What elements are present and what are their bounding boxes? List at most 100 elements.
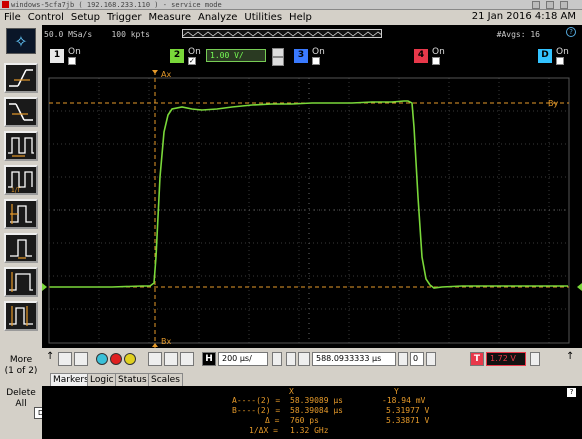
menu-trigger[interactable]: Trigger <box>104 12 145 23</box>
datetime: 21 Jan 2016 4:18 AM <box>471 11 576 22</box>
horizontal-position-field[interactable]: 588.0933333 µs <box>312 352 396 366</box>
result-y: -18.94 mV <box>382 396 426 405</box>
maximize-button[interactable] <box>546 1 554 9</box>
channel-2-checkbox[interactable]: ✓ <box>188 57 196 65</box>
minimize-button[interactable] <box>532 1 540 9</box>
fall-time-icon <box>9 103 33 121</box>
channel-3-checkbox[interactable] <box>312 57 320 65</box>
negative-width-button[interactable] <box>4 233 38 263</box>
markers-results: X Y ? A----(2) = 58.39089 µs -18.94 mV B… <box>42 386 582 439</box>
timebase-toolbar: ↑ H 200 µs/ 588.0933333 µs 0 T 1.72 V ↑ <box>42 348 582 371</box>
fall-time-button[interactable] <box>4 97 38 127</box>
vertical-spin-up[interactable] <box>58 352 72 366</box>
frequency-button[interactable]: 1/T <box>4 165 38 195</box>
results-row: B----(2) = 58.39084 µs 5.31977 V <box>42 406 582 415</box>
scope-logo-icon[interactable]: ✧ <box>6 28 36 54</box>
frequency-icon: 1/T <box>8 171 33 194</box>
menu-setup[interactable]: Setup <box>68 12 103 23</box>
channel-4-checkbox[interactable] <box>432 57 440 65</box>
tab-status[interactable]: Status <box>115 373 150 386</box>
measurement-sidebar: ✧ 1/T More (1 of 2) Delete All <box>0 25 42 439</box>
duty-cycle-icon <box>9 306 33 326</box>
acquisition-info-bar: 50.0 MSa/s 100 kpts #Avgs: 16 ? <box>42 25 582 45</box>
svg-text:1/T: 1/T <box>11 187 21 193</box>
graticule-center <box>49 78 569 343</box>
menu-utilities[interactable]: Utilities <box>241 12 285 23</box>
menu-help[interactable]: Help <box>286 12 315 23</box>
rise-time-button[interactable] <box>4 63 38 93</box>
tab-logic[interactable]: Logic <box>87 373 117 386</box>
period-button[interactable] <box>4 131 38 161</box>
waveform-display[interactable]: Ax Bx By <box>42 67 582 348</box>
trigger-source-button[interactable]: T <box>470 352 484 366</box>
channel-2-scale[interactable]: 1.00 V/ <box>206 49 266 62</box>
channel-4-button[interactable]: 4 <box>414 49 428 63</box>
close-button[interactable] <box>560 1 568 9</box>
trigger-level-marker[interactable] <box>577 283 582 291</box>
position-index[interactable]: 0 <box>410 352 424 366</box>
channel-3-button[interactable]: 3 <box>294 49 308 63</box>
vertical-spin-down[interactable] <box>74 352 88 366</box>
help-icon[interactable]: ? <box>566 27 576 37</box>
positive-width-icon <box>10 204 32 224</box>
results-row: Δ = 760 ps 5.33871 V <box>42 416 582 425</box>
menu-control[interactable]: Control <box>25 12 67 23</box>
digital-channel-button[interactable]: D <box>538 49 552 63</box>
single-button[interactable] <box>124 353 136 365</box>
pulse-width-button[interactable] <box>4 267 38 297</box>
delay-wave-icon[interactable] <box>298 352 310 366</box>
result-label: A----(2) = <box>232 396 281 405</box>
delay-ref-icon[interactable] <box>286 352 296 366</box>
channel-1-button[interactable]: 1 <box>50 49 64 63</box>
marker-ax-label: Ax <box>161 70 171 79</box>
scope-app: windows-5cfa7jb ( 192.168.233.110 ) - se… <box>0 0 582 439</box>
memory-depth: 100 kpts <box>111 30 150 39</box>
channel-1-checkbox[interactable] <box>68 57 76 65</box>
positive-width-button[interactable] <box>4 199 38 229</box>
result-label: 1/ΔX = <box>249 426 278 435</box>
more-label: More <box>9 355 33 365</box>
autoscale-icon[interactable] <box>148 352 162 366</box>
brightness-icon[interactable] <box>180 352 194 366</box>
sample-rate: 50.0 MSa/s <box>44 30 93 39</box>
scale-down-button[interactable] <box>272 57 284 66</box>
trigger-level-field[interactable]: 1.72 V <box>486 352 526 366</box>
marker-ax-handle[interactable] <box>152 70 158 74</box>
trigger-level-spin[interactable] <box>530 352 540 366</box>
digital-checkbox[interactable] <box>556 57 564 65</box>
menu-analyze[interactable]: Analyze <box>195 12 240 23</box>
tab-scales[interactable]: Scales <box>148 373 183 386</box>
run-button[interactable] <box>96 353 108 365</box>
tab-markers[interactable]: Markers <box>50 373 92 386</box>
result-x: 760 ps <box>290 416 319 425</box>
print-icon[interactable] <box>164 352 178 366</box>
channel-2-waveform <box>50 100 568 289</box>
menu-file[interactable]: File <box>1 12 24 23</box>
stop-button[interactable] <box>110 353 122 365</box>
results-row: A----(2) = 58.39089 µs -18.94 mV <box>42 396 582 405</box>
trigger-overview[interactable] <box>182 29 382 38</box>
results-tabs: Markers Logic Status Scales <box>42 371 582 386</box>
more-button[interactable]: More (1 of 2) <box>2 353 40 381</box>
results-col-y: Y <box>394 387 399 396</box>
menu-measure[interactable]: Measure <box>146 12 195 23</box>
result-label: Δ = <box>265 416 280 425</box>
channel-2-button[interactable]: 2 <box>170 49 184 63</box>
position-right-button[interactable] <box>426 352 436 366</box>
marker-bx-handle[interactable] <box>152 343 158 347</box>
horizontal-icon[interactable]: H <box>202 352 216 366</box>
scale-up-button[interactable] <box>272 48 284 57</box>
trigger-arrow-icon: ↑ <box>46 351 55 362</box>
position-left-button[interactable] <box>398 352 408 366</box>
channel-bar: 1 On 2 On ✓ 1.00 V/ 3 On 4 On D On <box>42 45 582 67</box>
channel-2-ground-marker[interactable] <box>42 283 47 291</box>
menu-bar: File Control Setup Trigger Measure Analy… <box>0 10 582 25</box>
marker-by-label: By <box>548 99 558 108</box>
time-per-div-spin[interactable] <box>272 352 282 366</box>
digital-on-label: On <box>556 47 569 57</box>
window-titlebar: windows-5cfa7jb ( 192.168.233.110 ) - se… <box>0 0 582 10</box>
result-y: 5.33871 V <box>386 416 430 425</box>
time-per-div-field[interactable]: 200 µs/ <box>218 352 268 366</box>
duty-cycle-button[interactable] <box>4 301 38 331</box>
window-title: windows-5cfa7jb ( 192.168.233.110 ) - se… <box>11 0 222 9</box>
